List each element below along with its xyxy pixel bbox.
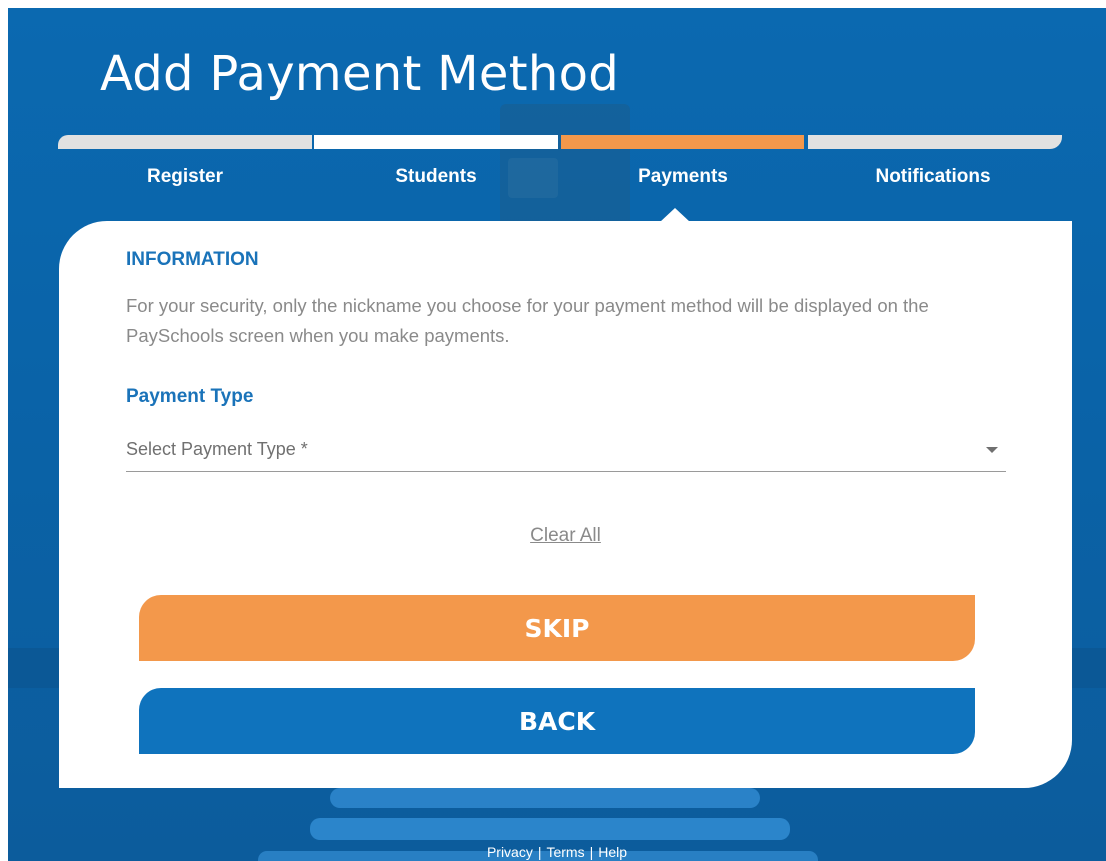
payment-type-select[interactable]: Select Payment Type * [126,433,1006,472]
help-link[interactable]: Help [598,844,627,860]
footer-separator: | [537,844,542,860]
background: Add Payment Method Register Students Pay… [8,8,1106,861]
payment-type-label: Payment Type [126,386,254,407]
step-register: Register [146,166,224,187]
background-desk [330,788,760,808]
information-text: For your security, only the nickname you… [126,295,929,346]
clear-all-container: Clear All [59,525,1072,547]
back-button[interactable]: BACK [139,688,975,754]
progress-segment-notifications [808,135,1062,149]
page-title: Add Payment Method [100,46,620,102]
background-desk [310,818,790,840]
step-notifications: Notifications [875,166,991,187]
step-students: Students [395,166,477,187]
footer: Privacy | Terms | Help [8,844,1106,860]
dropdown-caret-icon [986,447,998,453]
payment-type-placeholder: Select Payment Type * [126,439,308,459]
payment-form-card: INFORMATION For your security, only the … [59,221,1072,788]
footer-separator: | [589,844,594,860]
clear-all-link[interactable]: Clear All [530,525,601,546]
information-heading: INFORMATION [126,249,259,270]
progress-segment-register [58,135,312,149]
terms-link[interactable]: Terms [546,844,584,860]
current-step-pointer [660,208,690,222]
progress-segment-payments [561,135,804,149]
step-payments: Payments [638,166,728,187]
privacy-link[interactable]: Privacy [487,844,533,860]
skip-button[interactable]: SKIP [139,595,975,661]
progress-segment-students [314,135,558,149]
step-progress-bar [58,135,1062,149]
